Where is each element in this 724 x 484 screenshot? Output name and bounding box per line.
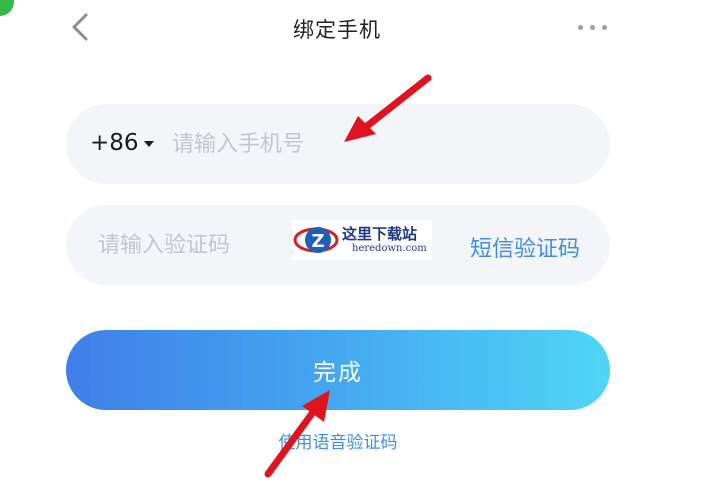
header-bar: 绑定手机	[0, 0, 724, 56]
watermark-domain: heredown.com	[352, 243, 427, 254]
page-title: 绑定手机	[293, 18, 381, 42]
watermark-logo: Z 这里下载站 heredown.com	[292, 220, 432, 260]
annotation-arrow-icon	[344, 74, 432, 142]
annotation-arrow-icon	[264, 390, 330, 478]
svg-text:Z: Z	[311, 231, 324, 252]
ellipsis-icon	[578, 25, 583, 30]
sms-code-button[interactable]: 短信验证码	[470, 231, 580, 263]
watermark-brand: 这里下载站	[342, 225, 418, 243]
watermark-logo-icon: Z	[293, 227, 339, 253]
caret-down-icon[interactable]	[144, 141, 154, 147]
more-button[interactable]	[574, 18, 612, 38]
country-code-selector[interactable]: +86	[90, 130, 139, 156]
